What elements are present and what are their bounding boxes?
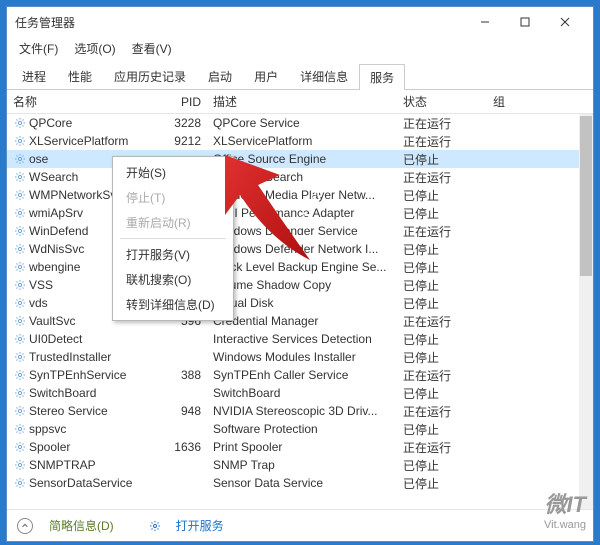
footer: 简略信息(D) 打开服务 bbox=[7, 509, 593, 541]
service-icon bbox=[13, 404, 27, 418]
service-icon bbox=[13, 260, 27, 274]
table-row[interactable]: vdsVirtual Disk已停止 bbox=[7, 294, 579, 312]
table-row[interactable]: WdNisSvcWindows Defender Network I...已停止 bbox=[7, 240, 579, 258]
service-icon bbox=[13, 188, 27, 202]
service-icon bbox=[13, 206, 27, 220]
col-header-status[interactable]: 状态 bbox=[397, 90, 487, 114]
service-icon bbox=[13, 332, 27, 346]
menu-options[interactable]: 选项(O) bbox=[68, 38, 121, 59]
ctx-open-services[interactable]: 打开服务(V) bbox=[116, 242, 230, 267]
table-row[interactable]: UI0DetectInteractive Services Detection已… bbox=[7, 330, 579, 348]
menubar: 文件(F) 选项(O) 查看(V) bbox=[7, 37, 593, 59]
table-row[interactable]: WinDefendWindows Defender Service正在运行 bbox=[7, 222, 579, 240]
table-row[interactable]: wbengineBlock Level Backup Engine Se...已… bbox=[7, 258, 579, 276]
gear-icon bbox=[148, 519, 162, 533]
open-services-link[interactable]: 打开服务 bbox=[176, 517, 224, 534]
tab-details[interactable]: 详细信息 bbox=[289, 63, 359, 89]
col-header-name[interactable]: 名称 bbox=[7, 90, 157, 114]
tab-users[interactable]: 用户 bbox=[243, 63, 289, 89]
tab-app-history[interactable]: 应用历史记录 bbox=[103, 63, 197, 89]
scrollbar[interactable] bbox=[579, 114, 593, 509]
service-icon bbox=[13, 278, 27, 292]
table-row[interactable]: oseOffice Source Engine已停止 bbox=[7, 150, 579, 168]
col-header-desc[interactable]: 描述 bbox=[207, 90, 397, 114]
service-icon bbox=[13, 422, 27, 436]
brief-info-link[interactable]: 简略信息(D) bbox=[49, 517, 114, 534]
service-icon bbox=[13, 242, 27, 256]
service-icon bbox=[13, 476, 27, 490]
ctx-goto-details[interactable]: 转到详细信息(D) bbox=[116, 292, 230, 317]
close-button[interactable] bbox=[545, 8, 585, 36]
ctx-search-online[interactable]: 联机搜索(O) bbox=[116, 267, 230, 292]
service-icon bbox=[13, 134, 27, 148]
column-headers: 名称 PID 描述 状态 组 bbox=[7, 90, 593, 114]
table-row[interactable]: XLServicePlatform9212XLServicePlatform正在… bbox=[7, 132, 579, 150]
services-panel: 名称 PID 描述 状态 组 QPCore3228QPCore Service正… bbox=[7, 90, 593, 509]
tab-processes[interactable]: 进程 bbox=[11, 63, 57, 89]
ctx-start[interactable]: 开始(S) bbox=[116, 160, 230, 185]
table-row[interactable]: Stereo Service948NVIDIA Stereoscopic 3D … bbox=[7, 402, 579, 420]
table-row[interactable]: Spooler1636Print Spooler正在运行 bbox=[7, 438, 579, 456]
minimize-button[interactable] bbox=[465, 8, 505, 36]
table-row[interactable]: QPCore3228QPCore Service正在运行 bbox=[7, 114, 579, 132]
ctx-stop: 停止(T) bbox=[116, 185, 230, 210]
service-icon bbox=[13, 386, 27, 400]
service-icon bbox=[13, 314, 27, 328]
service-icon bbox=[13, 152, 27, 166]
service-icon bbox=[13, 440, 27, 454]
chevron-up-icon[interactable] bbox=[17, 518, 33, 534]
tabstrip: 进程 性能 应用历史记录 启动 用户 详细信息 服务 bbox=[7, 59, 593, 90]
service-icon bbox=[13, 170, 27, 184]
window-title: 任务管理器 bbox=[15, 14, 465, 31]
table-row[interactable]: TrustedInstallerWindows Modules Installe… bbox=[7, 348, 579, 366]
service-icon bbox=[13, 350, 27, 364]
maximize-button[interactable] bbox=[505, 8, 545, 36]
table-row[interactable]: wmiApSrvWMI Performance Adapter已停止 bbox=[7, 204, 579, 222]
col-header-group[interactable]: 组 bbox=[487, 90, 527, 114]
scrollbar-thumb[interactable] bbox=[580, 116, 592, 276]
service-icon bbox=[13, 224, 27, 238]
table-row[interactable]: SynTPEnhService388SynTPEnh Caller Servic… bbox=[7, 366, 579, 384]
service-icon bbox=[13, 116, 27, 130]
service-icon bbox=[13, 296, 27, 310]
table-row[interactable]: SensorDataServiceSensor Data Service已停止 bbox=[7, 474, 579, 492]
menu-view[interactable]: 查看(V) bbox=[126, 38, 178, 59]
menu-file[interactable]: 文件(F) bbox=[13, 38, 64, 59]
context-menu: 开始(S) 停止(T) 重新启动(R) 打开服务(V) 联机搜索(O) 转到详细… bbox=[112, 156, 234, 321]
ctx-restart: 重新启动(R) bbox=[116, 210, 230, 235]
services-list[interactable]: QPCore3228QPCore Service正在运行XLServicePla… bbox=[7, 114, 579, 509]
titlebar[interactable]: 任务管理器 bbox=[7, 7, 593, 37]
task-manager-window: 任务管理器 文件(F) 选项(O) 查看(V) 进程 性能 应用历史记录 启动 … bbox=[6, 6, 594, 542]
table-row[interactable]: sppsvcSoftware Protection已停止 bbox=[7, 420, 579, 438]
table-row[interactable]: VSSVolume Shadow Copy已停止 bbox=[7, 276, 579, 294]
table-row[interactable]: WMPNetworkSvcWindows Media Player Netw..… bbox=[7, 186, 579, 204]
table-row[interactable]: SwitchBoardSwitchBoard已停止 bbox=[7, 384, 579, 402]
table-row[interactable]: VaultSvc596Credential Manager正在运行 bbox=[7, 312, 579, 330]
col-header-pid[interactable]: PID bbox=[157, 91, 207, 113]
service-icon bbox=[13, 458, 27, 472]
service-icon bbox=[13, 368, 27, 382]
ctx-separator bbox=[120, 238, 226, 239]
tab-services[interactable]: 服务 bbox=[359, 64, 405, 90]
tab-startup[interactable]: 启动 bbox=[197, 63, 243, 89]
tab-performance[interactable]: 性能 bbox=[57, 63, 103, 89]
table-row[interactable]: SNMPTRAPSNMP Trap已停止 bbox=[7, 456, 579, 474]
table-row[interactable]: WSearchWindows Search正在运行 bbox=[7, 168, 579, 186]
